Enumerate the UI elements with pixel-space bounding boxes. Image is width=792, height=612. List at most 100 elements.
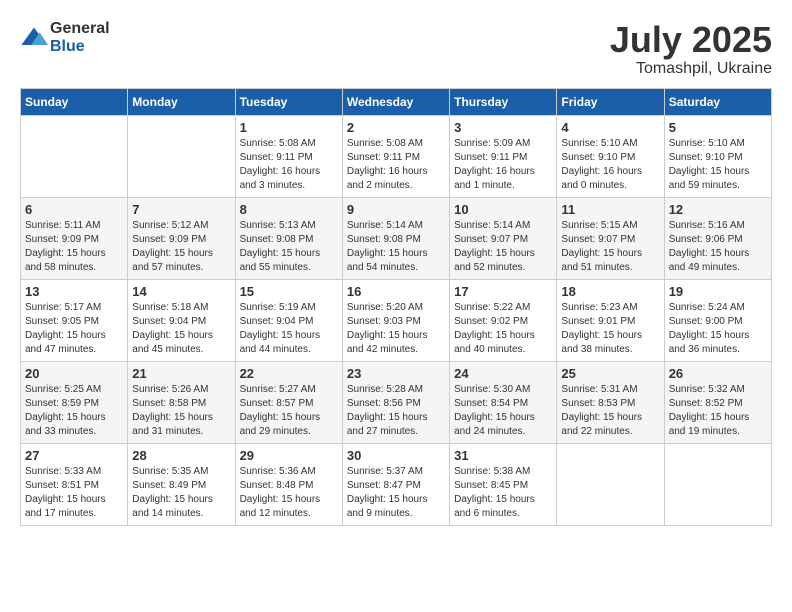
sunrise-text: Sunrise: 5:25 AM xyxy=(25,384,101,395)
daylight-text: Daylight: 16 hours and 2 minutes. xyxy=(347,166,428,191)
sunset-text: Sunset: 9:10 PM xyxy=(561,152,635,163)
calendar-cell: 23 Sunrise: 5:28 AM Sunset: 8:56 PM Dayl… xyxy=(342,361,449,443)
weekday-header-row: SundayMondayTuesdayWednesdayThursdayFrid… xyxy=(21,88,772,115)
day-info: Sunrise: 5:25 AM Sunset: 8:59 PM Dayligh… xyxy=(25,383,123,439)
sunset-text: Sunset: 9:09 PM xyxy=(132,234,206,245)
sunrise-text: Sunrise: 5:33 AM xyxy=(25,466,101,477)
calendar-cell xyxy=(128,115,235,197)
sunrise-text: Sunrise: 5:10 AM xyxy=(561,138,637,149)
sunset-text: Sunset: 8:54 PM xyxy=(454,398,528,409)
sunrise-text: Sunrise: 5:17 AM xyxy=(25,302,101,313)
sunset-text: Sunset: 9:05 PM xyxy=(25,316,99,327)
daylight-text: Daylight: 15 hours and 59 minutes. xyxy=(669,166,750,191)
calendar-week-row: 1 Sunrise: 5:08 AM Sunset: 9:11 PM Dayli… xyxy=(21,115,772,197)
calendar-cell xyxy=(557,443,664,525)
sunrise-text: Sunrise: 5:14 AM xyxy=(454,220,530,231)
day-info: Sunrise: 5:31 AM Sunset: 8:53 PM Dayligh… xyxy=(561,383,659,439)
sunrise-text: Sunrise: 5:10 AM xyxy=(669,138,745,149)
daylight-text: Daylight: 15 hours and 19 minutes. xyxy=(669,412,750,437)
sunrise-text: Sunrise: 5:16 AM xyxy=(669,220,745,231)
calendar-week-row: 6 Sunrise: 5:11 AM Sunset: 9:09 PM Dayli… xyxy=(21,197,772,279)
calendar-cell: 15 Sunrise: 5:19 AM Sunset: 9:04 PM Dayl… xyxy=(235,279,342,361)
day-number: 2 xyxy=(347,120,445,135)
sunset-text: Sunset: 9:06 PM xyxy=(669,234,743,245)
weekday-header-monday: Monday xyxy=(128,88,235,115)
calendar-cell: 21 Sunrise: 5:26 AM Sunset: 8:58 PM Dayl… xyxy=(128,361,235,443)
sunrise-text: Sunrise: 5:23 AM xyxy=(561,302,637,313)
daylight-text: Daylight: 15 hours and 55 minutes. xyxy=(240,248,321,273)
day-info: Sunrise: 5:38 AM Sunset: 8:45 PM Dayligh… xyxy=(454,465,552,521)
sunset-text: Sunset: 8:58 PM xyxy=(132,398,206,409)
sunset-text: Sunset: 9:07 PM xyxy=(561,234,635,245)
sunrise-text: Sunrise: 5:28 AM xyxy=(347,384,423,395)
day-number: 15 xyxy=(240,284,338,299)
day-number: 8 xyxy=(240,202,338,217)
sunset-text: Sunset: 9:04 PM xyxy=(240,316,314,327)
day-info: Sunrise: 5:24 AM Sunset: 9:00 PM Dayligh… xyxy=(669,301,767,357)
daylight-text: Daylight: 15 hours and 36 minutes. xyxy=(669,330,750,355)
day-number: 29 xyxy=(240,448,338,463)
sunset-text: Sunset: 9:11 PM xyxy=(454,152,527,163)
calendar-cell: 24 Sunrise: 5:30 AM Sunset: 8:54 PM Dayl… xyxy=(450,361,557,443)
daylight-text: Daylight: 15 hours and 47 minutes. xyxy=(25,330,106,355)
day-info: Sunrise: 5:10 AM Sunset: 9:10 PM Dayligh… xyxy=(669,137,767,193)
title-block: July 2025 Tomashpil, Ukraine xyxy=(610,20,772,78)
day-info: Sunrise: 5:37 AM Sunset: 8:47 PM Dayligh… xyxy=(347,465,445,521)
calendar-cell: 26 Sunrise: 5:32 AM Sunset: 8:52 PM Dayl… xyxy=(664,361,771,443)
sunrise-text: Sunrise: 5:24 AM xyxy=(669,302,745,313)
location-title: Tomashpil, Ukraine xyxy=(610,60,772,78)
weekday-header-tuesday: Tuesday xyxy=(235,88,342,115)
day-info: Sunrise: 5:13 AM Sunset: 9:08 PM Dayligh… xyxy=(240,219,338,275)
calendar-cell: 6 Sunrise: 5:11 AM Sunset: 9:09 PM Dayli… xyxy=(21,197,128,279)
calendar-cell: 22 Sunrise: 5:27 AM Sunset: 8:57 PM Dayl… xyxy=(235,361,342,443)
calendar-cell: 12 Sunrise: 5:16 AM Sunset: 9:06 PM Dayl… xyxy=(664,197,771,279)
sunset-text: Sunset: 9:10 PM xyxy=(669,152,743,163)
sunrise-text: Sunrise: 5:15 AM xyxy=(561,220,637,231)
daylight-text: Daylight: 15 hours and 27 minutes. xyxy=(347,412,428,437)
day-info: Sunrise: 5:30 AM Sunset: 8:54 PM Dayligh… xyxy=(454,383,552,439)
daylight-text: Daylight: 15 hours and 52 minutes. xyxy=(454,248,535,273)
logo-icon xyxy=(20,24,48,52)
day-info: Sunrise: 5:17 AM Sunset: 9:05 PM Dayligh… xyxy=(25,301,123,357)
day-info: Sunrise: 5:08 AM Sunset: 9:11 PM Dayligh… xyxy=(240,137,338,193)
day-number: 24 xyxy=(454,366,552,381)
sunrise-text: Sunrise: 5:32 AM xyxy=(669,384,745,395)
sunrise-text: Sunrise: 5:13 AM xyxy=(240,220,316,231)
calendar-cell: 18 Sunrise: 5:23 AM Sunset: 9:01 PM Dayl… xyxy=(557,279,664,361)
day-number: 16 xyxy=(347,284,445,299)
day-number: 21 xyxy=(132,366,230,381)
calendar-cell: 13 Sunrise: 5:17 AM Sunset: 9:05 PM Dayl… xyxy=(21,279,128,361)
daylight-text: Daylight: 15 hours and 42 minutes. xyxy=(347,330,428,355)
day-info: Sunrise: 5:16 AM Sunset: 9:06 PM Dayligh… xyxy=(669,219,767,275)
daylight-text: Daylight: 15 hours and 12 minutes. xyxy=(240,494,321,519)
calendar-cell: 16 Sunrise: 5:20 AM Sunset: 9:03 PM Dayl… xyxy=(342,279,449,361)
sunrise-text: Sunrise: 5:14 AM xyxy=(347,220,423,231)
day-number: 22 xyxy=(240,366,338,381)
calendar-cell: 28 Sunrise: 5:35 AM Sunset: 8:49 PM Dayl… xyxy=(128,443,235,525)
daylight-text: Daylight: 15 hours and 22 minutes. xyxy=(561,412,642,437)
sunset-text: Sunset: 8:52 PM xyxy=(669,398,743,409)
weekday-header-thursday: Thursday xyxy=(450,88,557,115)
sunrise-text: Sunrise: 5:38 AM xyxy=(454,466,530,477)
sunrise-text: Sunrise: 5:30 AM xyxy=(454,384,530,395)
calendar-week-row: 27 Sunrise: 5:33 AM Sunset: 8:51 PM Dayl… xyxy=(21,443,772,525)
day-info: Sunrise: 5:22 AM Sunset: 9:02 PM Dayligh… xyxy=(454,301,552,357)
sunrise-text: Sunrise: 5:26 AM xyxy=(132,384,208,395)
sunrise-text: Sunrise: 5:18 AM xyxy=(132,302,208,313)
daylight-text: Daylight: 15 hours and 9 minutes. xyxy=(347,494,428,519)
sunrise-text: Sunrise: 5:31 AM xyxy=(561,384,637,395)
calendar-cell: 20 Sunrise: 5:25 AM Sunset: 8:59 PM Dayl… xyxy=(21,361,128,443)
calendar-cell: 9 Sunrise: 5:14 AM Sunset: 9:08 PM Dayli… xyxy=(342,197,449,279)
day-number: 3 xyxy=(454,120,552,135)
sunrise-text: Sunrise: 5:19 AM xyxy=(240,302,316,313)
day-number: 13 xyxy=(25,284,123,299)
calendar-cell: 27 Sunrise: 5:33 AM Sunset: 8:51 PM Dayl… xyxy=(21,443,128,525)
calendar-cell: 14 Sunrise: 5:18 AM Sunset: 9:04 PM Dayl… xyxy=(128,279,235,361)
daylight-text: Daylight: 15 hours and 58 minutes. xyxy=(25,248,106,273)
calendar-cell: 2 Sunrise: 5:08 AM Sunset: 9:11 PM Dayli… xyxy=(342,115,449,197)
daylight-text: Daylight: 15 hours and 6 minutes. xyxy=(454,494,535,519)
day-number: 6 xyxy=(25,202,123,217)
weekday-header-saturday: Saturday xyxy=(664,88,771,115)
sunset-text: Sunset: 8:56 PM xyxy=(347,398,421,409)
calendar-week-row: 13 Sunrise: 5:17 AM Sunset: 9:05 PM Dayl… xyxy=(21,279,772,361)
